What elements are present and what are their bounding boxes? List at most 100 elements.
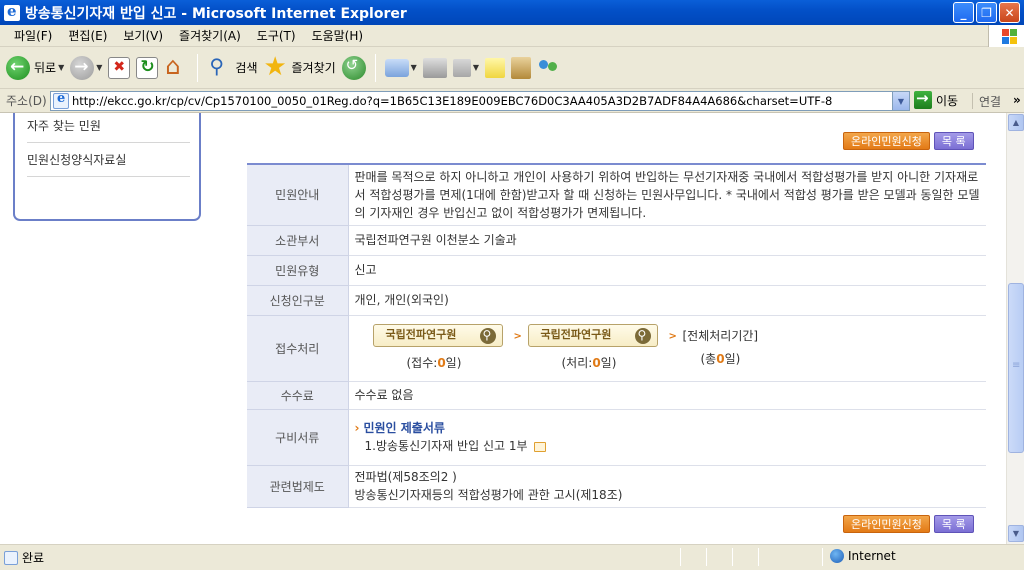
- applicant-value: 개인, 개인(외국인): [348, 285, 986, 316]
- total-prefix: (총: [700, 351, 717, 366]
- toolbar: 뒤로 ▼ ▼ 검색 즐겨찾기 ▼ ▼: [0, 47, 1024, 89]
- law-label: 관련법제도: [247, 465, 349, 508]
- law-item[interactable]: 전파법(제58조의2 ): [355, 468, 981, 486]
- online-apply-button[interactable]: 온라인민원신청: [843, 132, 930, 150]
- top-action-buttons: 온라인민원신청 목 록: [843, 132, 974, 150]
- status-separator: [758, 548, 759, 566]
- document-form-icon[interactable]: [533, 441, 546, 452]
- page-content: 자주 찾는 민원 민원신청양식자료실 온라인민원신청 목 록 민원안내 판매를 …: [0, 113, 1006, 544]
- bottom-action-buttons: 온라인민원신청 목 록: [843, 515, 974, 533]
- scroll-thumb[interactable]: [1008, 283, 1024, 453]
- go-label: 이동: [936, 93, 959, 108]
- scroll-up-icon[interactable]: ▲: [1008, 114, 1024, 131]
- menu-help[interactable]: 도움말(H): [304, 27, 372, 44]
- back-button[interactable]: 뒤로 ▼: [6, 55, 64, 80]
- print-icon[interactable]: [422, 57, 447, 78]
- refresh-icon[interactable]: [136, 56, 159, 79]
- edit-button[interactable]: ▼: [452, 58, 479, 77]
- menu-favorites[interactable]: 즐겨찾기(A): [171, 27, 249, 44]
- close-button[interactable]: ✕: [999, 2, 1020, 23]
- go-button[interactable]: 이동: [914, 89, 959, 109]
- document-item: 1.방송통신기자재 반입 신고 1부: [355, 437, 981, 455]
- minimize-button[interactable]: _: [953, 2, 974, 23]
- department-value: 국립전파연구원 이천분소 기술과: [348, 225, 986, 256]
- magnifier-icon: [479, 326, 496, 344]
- receive-org-box[interactable]: 국립전파연구원: [372, 323, 503, 347]
- civil-info-table: 민원안내 판매를 목적으로 하지 아니하고 개인이 사용하기 위하여 반입하는 …: [247, 163, 986, 508]
- list-button[interactable]: 목 록: [933, 515, 974, 533]
- receive-org: 국립전파연구원: [385, 328, 457, 341]
- stop-icon[interactable]: [108, 56, 131, 79]
- search-icon: [207, 54, 231, 80]
- menu-edit[interactable]: 편집(E): [60, 27, 115, 44]
- favorites-button[interactable]: 즐겨찾기: [264, 52, 336, 82]
- address-url[interactable]: http://ekcc.go.kr/cp/cv/Cp1570100_0050_0…: [72, 94, 892, 108]
- page-icon: [53, 91, 69, 109]
- status-separator: [680, 548, 681, 566]
- restore-button[interactable]: ❐: [976, 2, 997, 23]
- edit-icon: [452, 58, 471, 77]
- address-dropdown-icon[interactable]: ▼: [892, 92, 909, 110]
- receive-prefix: (접수:: [406, 355, 438, 370]
- documents-cell: 민원인 제출서류 1.방송통신기자재 반입 신고 1부: [348, 409, 986, 466]
- scroll-down-icon[interactable]: ▼: [1008, 525, 1024, 542]
- process-cell: 국립전파연구원 > 국립전파연구원 > [전체처리기간] (접수:0일) (처리…: [348, 315, 986, 382]
- back-label: 뒤로: [34, 61, 57, 75]
- process-org-box[interactable]: 국립전파연구원: [527, 323, 658, 347]
- home-icon[interactable]: [164, 52, 188, 80]
- magnifier-icon: [634, 326, 651, 344]
- toolbar-separator: [197, 53, 199, 82]
- search-label: 검색: [235, 61, 258, 75]
- menu-view[interactable]: 보기(V): [115, 27, 171, 44]
- type-value: 신고: [348, 255, 986, 286]
- receive-days-value: 0: [437, 355, 446, 370]
- zone-label: Internet: [848, 549, 896, 563]
- links-bar[interactable]: 연결 »: [972, 93, 1021, 109]
- messenger-icon[interactable]: [537, 56, 561, 80]
- list-button[interactable]: 목 록: [933, 132, 974, 150]
- total-days: (총0일): [701, 350, 741, 368]
- table-row: 접수처리 국립전파연구원 > 국립전파연구원 > [전체처리기간] (접수:0일…: [247, 315, 986, 382]
- sidebar-item-forms[interactable]: 민원신청양식자료실: [27, 143, 190, 177]
- discuss-note-icon[interactable]: [484, 57, 505, 78]
- mail-button[interactable]: ▼: [384, 58, 417, 77]
- table-row: 민원유형 신고: [247, 255, 986, 286]
- law-item[interactable]: 방송통신기자재등의 적합성평가에 관한 고시(제18조): [355, 486, 981, 504]
- history-icon[interactable]: [341, 55, 366, 80]
- status-text: 완료: [22, 551, 45, 565]
- table-row: 수수료 수수료 없음: [247, 381, 986, 410]
- sidebar-item-label: 자주 찾는 민원: [27, 119, 101, 133]
- table-row: 관련법제도 전파법(제58조의2 ) 방송통신기자재등의 적합성평가에 관한 고…: [247, 465, 986, 508]
- back-dropdown-icon[interactable]: ▼: [58, 63, 64, 72]
- sidebar-item-frequent[interactable]: 자주 찾는 민원: [27, 113, 190, 143]
- mail-dropdown-icon[interactable]: ▼: [411, 63, 417, 72]
- edit-dropdown-icon[interactable]: ▼: [473, 63, 479, 72]
- process-flow: 국립전파연구원 > 국립전파연구원 > [전체처리기간] (접수:0일) (처리…: [355, 316, 981, 381]
- search-button[interactable]: 검색: [207, 54, 258, 80]
- day-suffix: 일): [600, 355, 617, 370]
- table-row: 구비서류 민원인 제출서류 1.방송통신기자재 반입 신고 1부: [247, 409, 986, 466]
- online-apply-button[interactable]: 온라인민원신청: [843, 515, 930, 533]
- menu-tools[interactable]: 도구(T): [249, 27, 304, 44]
- guide-label: 민원안내: [247, 164, 349, 226]
- title-bar: 방송통신기자재 반입 신고 - Microsoft Internet Explo…: [0, 0, 1024, 25]
- favorites-star-icon: [264, 52, 288, 82]
- menu-file[interactable]: 파일(F): [6, 27, 60, 44]
- favorites-label: 즐겨찾기: [291, 61, 336, 75]
- address-input[interactable]: http://ekcc.go.kr/cp/cv/Cp1570100_0050_0…: [50, 91, 910, 111]
- total-period-label: [전체처리기간]: [682, 328, 759, 343]
- links-more-icon[interactable]: »: [1013, 93, 1021, 107]
- forward-button[interactable]: ▼: [70, 55, 102, 80]
- flow-arrow-icon: >: [513, 330, 522, 342]
- forward-dropdown-icon[interactable]: ▼: [96, 63, 102, 72]
- links-label: 연결: [979, 95, 1002, 109]
- mail-icon: [384, 58, 409, 77]
- day-suffix: 일): [445, 355, 462, 370]
- vertical-scrollbar[interactable]: ▲ ▼: [1006, 113, 1024, 544]
- total-days-value: 0: [716, 351, 725, 366]
- status-left: 완료: [4, 549, 44, 566]
- status-separator: [822, 548, 823, 566]
- menu-bar: 파일(F) 편집(E) 보기(V) 즐겨찾기(A) 도구(T) 도움말(H): [0, 25, 1024, 47]
- address-bar: 주소(D) http://ekcc.go.kr/cp/cv/Cp1570100_…: [0, 89, 1024, 113]
- research-icon[interactable]: [510, 56, 531, 79]
